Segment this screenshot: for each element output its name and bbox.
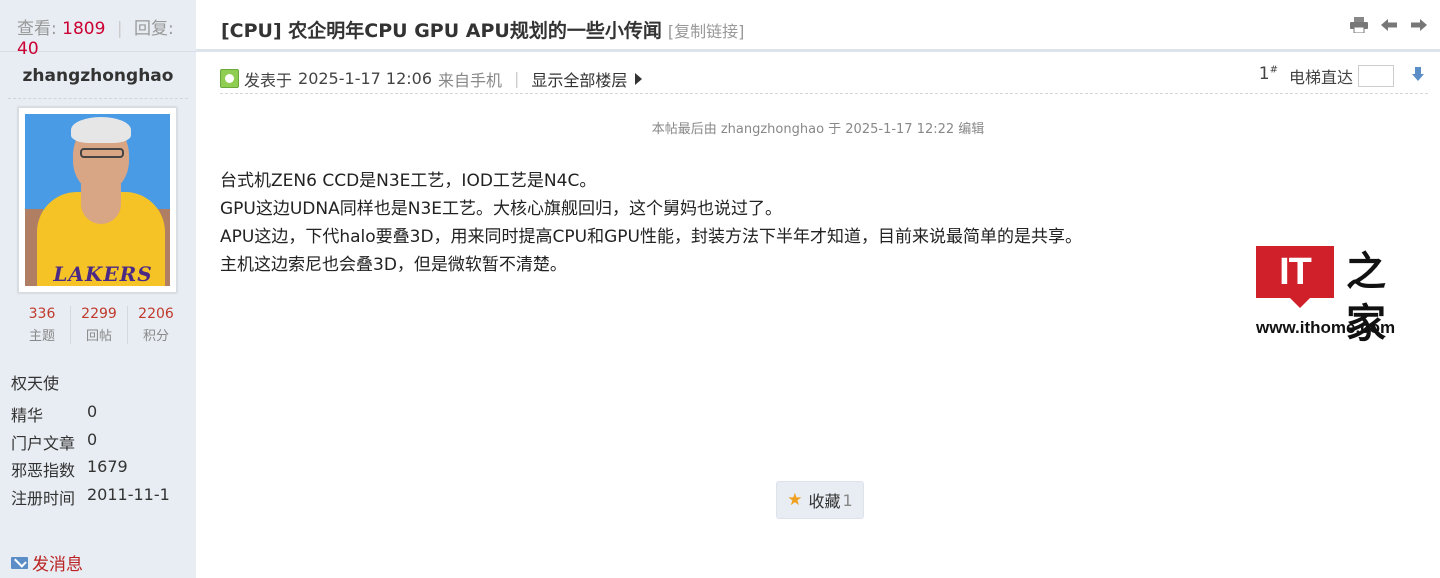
meta-separator: | [514, 69, 520, 88]
profile-key: 门户文章 [11, 433, 76, 453]
profile-row: 精华 0 [11, 402, 170, 430]
content-line: 主机这边索尼也会叠3D，但是微软暂不清楚。 [220, 255, 567, 275]
online-status-icon [220, 69, 239, 88]
avatar-hair [71, 117, 131, 143]
floor-sup: # [1269, 64, 1278, 76]
show-all-floors-label: 显示全部楼层 [531, 70, 628, 90]
watermark-url: www.ithome.com [1256, 318, 1396, 337]
stats-separator: | [116, 19, 123, 39]
profile-key: 邪恶指数 [11, 461, 76, 480]
thread-title-bar: [CPU] 农企明年CPU GPU APU规划的一些小传闻 [复制链接] [196, 0, 1440, 52]
triangle-right-icon [635, 72, 643, 85]
stat-value: 336 [28, 306, 56, 322]
divider [8, 98, 188, 99]
author-username[interactable]: zhangzhonghao [0, 66, 196, 86]
profile-key: 注册时间 [11, 488, 76, 508]
profile-key: 精华 [11, 406, 44, 425]
watermark-logo-it: IT [1256, 246, 1334, 308]
posted-time: 2025-1-17 12:06 [298, 69, 433, 88]
edit-note: 本帖最后由 zhangzhonghao 于 2025-1-17 12:22 编辑 [651, 122, 985, 137]
replies-count: 40 [17, 39, 39, 59]
author-stats: 336 主题 2299 回帖 2206 积分 [14, 306, 184, 344]
favorite-label: 收藏 [808, 492, 841, 511]
stat-label: 主题 [28, 329, 55, 344]
copy-link-button[interactable]: [复制链接] [668, 18, 745, 42]
avatar-image: LAKERS [25, 114, 170, 286]
print-icon[interactable] [1350, 16, 1368, 34]
star-icon: ★ [787, 490, 803, 510]
next-arrow-icon[interactable] [1410, 16, 1428, 34]
favorite-button[interactable]: ★ 收藏 1 [776, 481, 864, 519]
author-profile: 精华 0 门户文章 0 邪恶指数 1679 注册时间 2011-11-1 [11, 402, 170, 512]
floor-jump: 电梯直达 [1289, 64, 1394, 88]
stat-points[interactable]: 2206 积分 [128, 306, 184, 344]
profile-row: 邪恶指数 1679 [11, 457, 170, 485]
profile-row: 门户文章 0 [11, 430, 170, 458]
views-label: 查看: [17, 19, 57, 39]
post-content: 台式机ZEN6 CCD是N3E工艺，IOD工艺是N4C。 GPU这边UDNA同样… [220, 167, 1082, 279]
post-meta: 发表于 2025-1-17 12:06 来自手机 | 显示全部楼层 1# 电梯直… [220, 64, 1428, 94]
stat-topics[interactable]: 336 主题 [14, 306, 71, 344]
profile-value: 0 [87, 402, 98, 421]
send-message-label: 发消息 [32, 555, 83, 575]
profile-value: 0 [87, 429, 98, 449]
profile-value: 2011-11-1 [87, 484, 170, 504]
avatar-jersey-text: LAKERS [53, 262, 153, 286]
stat-posts[interactable]: 2299 回帖 [71, 306, 128, 344]
stat-label: 回帖 [85, 329, 112, 344]
ithome-watermark: IT 之家 www.ithome.com [1256, 246, 1416, 347]
stat-value: 2206 [138, 306, 174, 322]
stat-value: 2299 [81, 306, 117, 322]
thread-tools [1350, 16, 1428, 34]
avatar-glasses [80, 148, 124, 158]
profile-value: 1679 [87, 457, 128, 476]
stat-label: 积分 [142, 329, 169, 344]
thread-stats: 查看: 1809 | 回复: 40 [0, 0, 196, 59]
favorite-count: 1 [842, 490, 853, 510]
jump-input[interactable] [1358, 65, 1394, 87]
content-line: GPU这边UDNA同样也是N3E工艺。大核心旗舰回归，这个舅妈也说过了。 [220, 199, 783, 219]
author-rank: 权天使 [11, 374, 60, 393]
envelope-icon [11, 556, 28, 569]
jump-down-arrow-icon[interactable] [1412, 67, 1424, 85]
thread-title: [CPU] 农企明年CPU GPU APU规划的一些小传闻 [221, 20, 662, 42]
prev-arrow-icon[interactable] [1380, 16, 1398, 34]
posted-prefix: 发表于 [244, 70, 293, 90]
views-count: 1809 [62, 19, 106, 39]
author-sidebar: 查看: 1809 | 回复: 40 zhangzhonghao LAKERS 3… [0, 0, 196, 578]
replies-label: 回复: [133, 19, 174, 39]
avatar[interactable]: LAKERS [18, 107, 177, 293]
post-area: [CPU] 农企明年CPU GPU APU规划的一些小传闻 [复制链接] 发表于… [196, 0, 1440, 578]
profile-row: 注册时间 2011-11-1 [11, 485, 170, 513]
send-message-link[interactable]: 发消息 [11, 550, 83, 575]
floor-value: 1 [1258, 64, 1270, 84]
content-line: 台式机ZEN6 CCD是N3E工艺，IOD工艺是N4C。 [220, 171, 597, 191]
floor-number[interactable]: 1# [1259, 64, 1278, 84]
jump-label: 电梯直达 [1288, 68, 1353, 87]
posted-source: 来自手机 [438, 70, 503, 90]
content-line: APU这边，下代halo要叠3D，用来同时提高CPU和GPU性能，封装方法下半年… [220, 227, 1082, 247]
show-all-floors-link[interactable]: 显示全部楼层 [531, 67, 643, 91]
